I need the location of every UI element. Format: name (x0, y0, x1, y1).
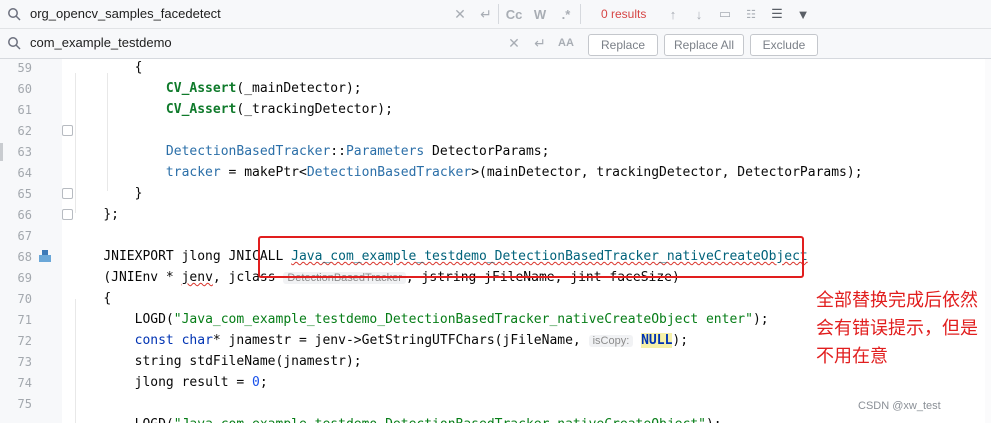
highlight-box (258, 236, 804, 278)
match-case-icon[interactable]: Cc (504, 4, 524, 24)
search-icon (8, 37, 21, 50)
code-line-65: } (134, 186, 143, 201)
exclude-button[interactable]: Exclude (750, 34, 818, 56)
code-line-64: tracker = makePtr<DetectionBasedTracker>… (165, 165, 863, 180)
code-line-60: CV_Assert(_mainDetector); (165, 81, 362, 96)
search-field-actions: ✕ ↵ (450, 4, 496, 24)
replace-all-button[interactable]: Replace All (664, 34, 744, 56)
newline-icon[interactable]: ↵ (476, 4, 496, 24)
multi-select-icon[interactable]: ☷ (740, 4, 762, 24)
code-line-63: DetectionBasedTracker::Parameters Detect… (165, 144, 550, 159)
previous-occurrence-icon[interactable]: ↑ (662, 4, 684, 24)
line-number: 74 (17, 376, 32, 390)
clear-icon[interactable]: ✕ (450, 4, 470, 24)
results-count: 0 results (601, 7, 647, 21)
search-input[interactable]: org_opencv_samples_facedetect (30, 6, 221, 21)
divider (580, 4, 581, 24)
code-line-74: jlong result = 0; (134, 375, 268, 390)
annotation-note: 全部替换完成后依然会有错误提示，但是不用在意 (816, 290, 978, 367)
line-number: 72 (17, 334, 32, 348)
implementation-gutter-icon[interactable] (38, 249, 52, 263)
filter-icon[interactable]: ▼ (792, 4, 814, 24)
line-number: 75 (17, 397, 32, 411)
code-line-66: }; (103, 207, 119, 222)
line-number: 65 (17, 187, 32, 201)
line-number: 73 (17, 355, 32, 369)
line-number: 71 (17, 313, 32, 327)
code-line-59: { (134, 60, 143, 75)
search-icon (8, 8, 21, 21)
line-number: 66 (17, 208, 32, 222)
search-options: Cc W .* (504, 4, 576, 24)
code-line-61: CV_Assert(_trackingDetector); (165, 102, 393, 117)
select-all-occurrences-icon[interactable]: ▭ (714, 4, 736, 24)
find-replace-bar: org_opencv_samples_facedetect ✕ ↵ Cc W .… (0, 0, 991, 59)
watermark: CSDN @xw_test (858, 400, 941, 412)
replace-field-actions: ✕ ↵ AA (504, 33, 576, 53)
find-row: org_opencv_samples_facedetect ✕ ↵ Cc W .… (0, 0, 991, 29)
preserve-case-icon[interactable]: AA (556, 33, 576, 53)
filter-lines-icon[interactable]: ☰ (766, 4, 788, 24)
line-number: 67 (17, 229, 32, 243)
divider (498, 4, 499, 24)
line-number: 62 (17, 124, 32, 138)
regex-icon[interactable]: .* (556, 4, 576, 24)
code-line-76: LOGD("Java_com_example_testdemo_Detectio… (134, 417, 722, 432)
clear-icon[interactable]: ✕ (504, 33, 524, 53)
parameter-name-hint: isCopy: (588, 335, 634, 347)
next-occurrence-icon[interactable]: ↓ (688, 4, 710, 24)
line-number: 70 (17, 292, 32, 306)
replace-button[interactable]: Replace (588, 34, 658, 56)
line-number: 59 (17, 61, 32, 75)
newline-icon[interactable]: ↵ (530, 33, 550, 53)
line-number: 64 (17, 166, 32, 180)
replace-input[interactable]: com_example_testdemo (30, 35, 172, 50)
replace-field[interactable]: com_example_testdemo (0, 29, 578, 57)
navigation-tools: ↑ ↓ ▭ ☷ ☰ ▼ (662, 4, 814, 24)
whole-words-icon[interactable]: W (530, 4, 550, 24)
line-number: 68 (17, 250, 32, 264)
line-number: 69 (17, 271, 32, 285)
line-number: 60 (17, 82, 32, 96)
replace-row: com_example_testdemo ✕ ↵ AA Replace Repl… (0, 29, 991, 57)
line-number: 61 (17, 103, 32, 117)
line-number: 63 (17, 145, 32, 159)
